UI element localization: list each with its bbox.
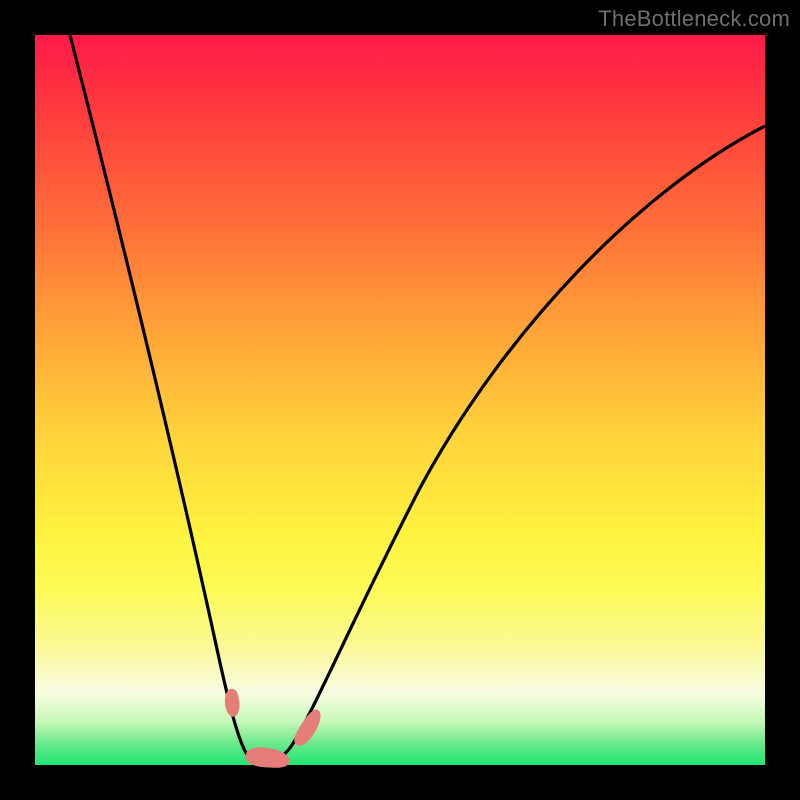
bottleneck-curve-path (70, 35, 765, 765)
cpu-marker-bottom (246, 748, 289, 767)
chart-frame: TheBottleneck.com (0, 0, 800, 800)
chart-svg (0, 0, 800, 800)
watermark-text: TheBottleneck.com (598, 6, 790, 32)
cpu-marker-a (225, 689, 239, 716)
curve-markers (225, 689, 320, 767)
